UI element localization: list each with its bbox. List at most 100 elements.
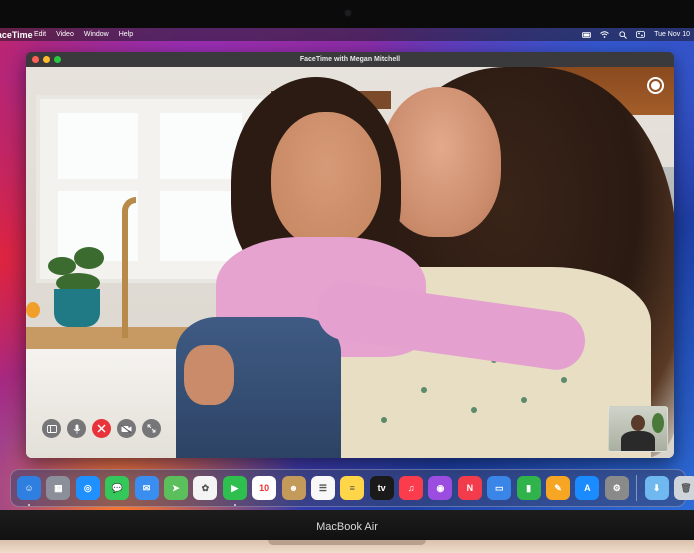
pages-icon[interactable]: ✎ xyxy=(546,476,571,500)
fullscreen-icon xyxy=(147,424,156,433)
contacts-icon[interactable]: ☻ xyxy=(281,476,306,500)
contacts-glyph: ☻ xyxy=(288,483,299,493)
self-view-pip[interactable] xyxy=(608,406,668,452)
faucet xyxy=(122,197,136,338)
pattern-dot xyxy=(381,417,387,423)
safari-icon[interactable]: ◎ xyxy=(75,476,100,500)
pattern-dot xyxy=(471,407,477,413)
end-call-button[interactable] xyxy=(92,419,111,438)
control-center-icon[interactable] xyxy=(636,31,645,38)
facetime-glyph: ▶ xyxy=(231,482,239,493)
messages-icon[interactable]: 💬 xyxy=(105,476,130,500)
camera-off-button[interactable] xyxy=(117,419,136,438)
system-preferences-icon[interactable]: ⚙ xyxy=(604,476,629,500)
call-controls xyxy=(42,419,161,438)
dock-separator xyxy=(636,475,638,501)
laptop-notch xyxy=(268,540,426,545)
video-feed xyxy=(26,67,674,458)
pip-plant xyxy=(652,413,664,433)
sidebar-icon xyxy=(46,424,57,433)
tv-icon[interactable]: tv xyxy=(369,476,394,500)
trash-glyph: 🗑 xyxy=(680,482,692,493)
menu-video[interactable]: Video xyxy=(51,31,79,38)
fruit xyxy=(26,302,40,318)
search-icon[interactable] xyxy=(618,30,627,39)
numbers-glyph: ▮ xyxy=(526,482,532,493)
pattern-dot xyxy=(421,387,427,393)
running-indicator xyxy=(28,504,30,506)
reminders-icon[interactable]: ☰ xyxy=(310,476,335,500)
child-face xyxy=(271,112,381,247)
window-pane xyxy=(160,113,242,179)
system-preferences-glyph: ⚙ xyxy=(612,482,621,493)
downloads-folder-icon[interactable]: ⬇ xyxy=(644,476,669,500)
app-store-glyph: A xyxy=(584,483,591,493)
menu-help[interactable]: Help xyxy=(114,31,138,38)
photos-glyph: ✿ xyxy=(201,482,210,493)
fullscreen-button[interactable] xyxy=(142,419,161,438)
downloads-folder-glyph: ⬇ xyxy=(652,482,661,493)
finder-glyph: ☺ xyxy=(24,483,34,493)
capture-photo-button[interactable] xyxy=(647,77,664,94)
plant-pot xyxy=(54,289,100,327)
calendar-icon[interactable]: 10 xyxy=(252,476,277,500)
zoom-window-button[interactable] xyxy=(54,56,61,63)
window-titlebar[interactable]: FaceTime with Megan Mitchell xyxy=(26,52,674,67)
mail-glyph: ✉ xyxy=(142,482,151,493)
window-title: FaceTime with Megan Mitchell xyxy=(299,56,401,63)
numbers-icon[interactable]: ▮ xyxy=(516,476,541,500)
safari-glyph: ◎ xyxy=(83,482,92,493)
sidebar-button[interactable] xyxy=(42,419,61,438)
pip-face xyxy=(631,415,645,431)
launchpad-icon[interactable]: ▦ xyxy=(46,476,71,500)
menu-bar: FaceTime Edit Video Window Help Tue Nov … xyxy=(0,28,694,41)
photos-icon[interactable]: ✿ xyxy=(193,476,218,500)
pages-glyph: ✎ xyxy=(554,482,562,493)
music-glyph: ♫ xyxy=(407,483,415,493)
traffic-lights xyxy=(32,56,61,63)
podcasts-icon[interactable]: ◉ xyxy=(428,476,453,500)
mail-icon[interactable]: ✉ xyxy=(134,476,159,500)
menu-app-facetime[interactable]: FaceTime xyxy=(0,28,33,47)
minimize-window-button[interactable] xyxy=(43,56,50,63)
messages-glyph: 💬 xyxy=(111,482,123,493)
window-pane xyxy=(160,191,242,261)
maps-glyph: ➤ xyxy=(172,482,180,493)
app-store-icon[interactable]: A xyxy=(575,476,600,500)
tv-glyph: tv xyxy=(377,483,386,493)
mute-icon xyxy=(73,424,80,433)
pip-body xyxy=(621,431,655,451)
pattern-dot xyxy=(561,377,567,383)
menu-window[interactable]: Window xyxy=(79,31,114,38)
mute-button[interactable] xyxy=(67,419,86,438)
news-icon[interactable]: N xyxy=(457,476,482,500)
plant-leaf xyxy=(74,247,104,269)
facetime-window: FaceTime with Megan Mitchell xyxy=(26,52,674,458)
battery-icon[interactable] xyxy=(582,31,591,38)
close-window-button[interactable] xyxy=(32,56,39,63)
window-pane xyxy=(58,113,138,179)
pattern-dot xyxy=(521,397,527,403)
camera-off-icon xyxy=(121,424,132,433)
wifi-icon[interactable] xyxy=(600,31,609,38)
launchpad-glyph: ▦ xyxy=(54,482,63,493)
finder-icon[interactable]: ☺ xyxy=(17,476,41,506)
keynote-icon[interactable]: ▭ xyxy=(487,476,512,500)
notes-glyph: ≡ xyxy=(349,483,355,493)
camera xyxy=(345,10,351,16)
facetime-icon[interactable]: ▶ xyxy=(222,476,247,506)
news-glyph: N xyxy=(466,483,474,493)
hand xyxy=(184,345,234,405)
end-call-icon xyxy=(97,424,106,433)
notes-icon[interactable]: ≡ xyxy=(340,476,365,500)
desktop: FaceTime Edit Video Window Help Tue Nov … xyxy=(0,28,694,510)
maps-icon[interactable]: ➤ xyxy=(163,476,188,500)
menu-clock[interactable]: Tue Nov 10 xyxy=(654,31,690,38)
keynote-glyph: ▭ xyxy=(494,482,504,493)
menu-status-area: Tue Nov 10 xyxy=(582,28,690,41)
music-icon[interactable]: ♫ xyxy=(399,476,424,500)
running-indicator xyxy=(233,504,236,506)
trash-icon[interactable]: 🗑 xyxy=(673,476,694,500)
dock: ☺ ▦ ◎ 💬 ✉ ➤ ✿ ▶ 10 ☻ ☰ ≡ tv ♫ ◉ N ▭ ▮ ✎ A ⚙ ⬇ 🗑 xyxy=(10,469,694,507)
reminders-glyph: ☰ xyxy=(318,482,327,493)
